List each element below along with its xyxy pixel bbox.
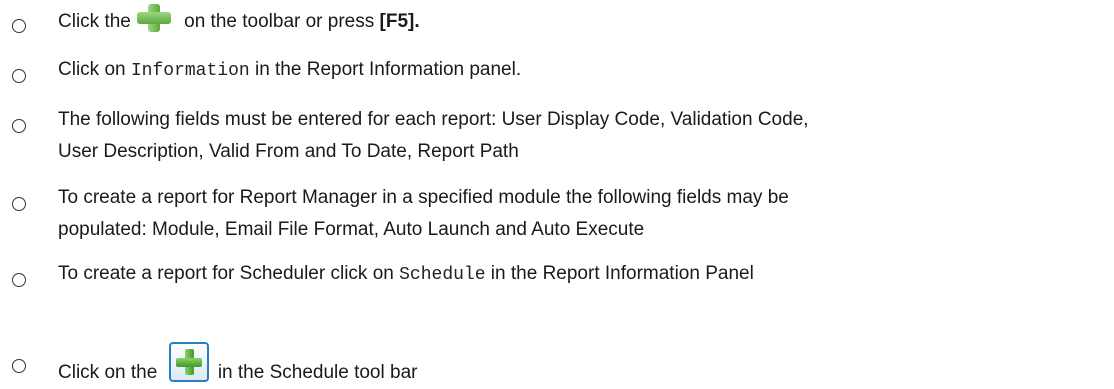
schedule-link-text: Schedule [399,265,486,285]
item-text: The following fields must be entered for… [58,109,809,162]
bullet-circle [12,69,26,83]
list-item: Click the on the toolbar or press [F5]. [0,2,1114,42]
schedule-add-button-icon [168,342,209,382]
item-text: Click the on the toolbar or press [F5]. [58,4,1110,38]
item-text: Click on the in the Schedule tool bar [58,342,1110,389]
bullet-circle [12,359,26,373]
information-link-text: Information [130,61,250,81]
bullet-circle [12,197,26,211]
list-item: Click on Information in the Report Infor… [0,54,1114,88]
green-plus-icon [136,4,171,32]
list-item: To create a report for Scheduler click o… [0,258,1114,292]
item-text: Click on Information in the Report Infor… [58,59,522,81]
instruction-document: Click the on the toolbar or press [F5]. … [0,0,1114,388]
bullet-circle [12,19,26,33]
bullet-circle [12,273,26,287]
list-item: To create a report for Report Manager in… [0,178,1114,242]
shortcut-key: [F5]. [379,11,420,32]
item-text: To create a report for Scheduler click o… [58,263,754,285]
bullet-circle [12,119,26,133]
list-item: Click on the in the Schedule tool bar [0,330,1114,383]
item-text: To create a report for Report Manager in… [58,187,789,240]
list-item: The following fields must be entered for… [0,100,1114,164]
